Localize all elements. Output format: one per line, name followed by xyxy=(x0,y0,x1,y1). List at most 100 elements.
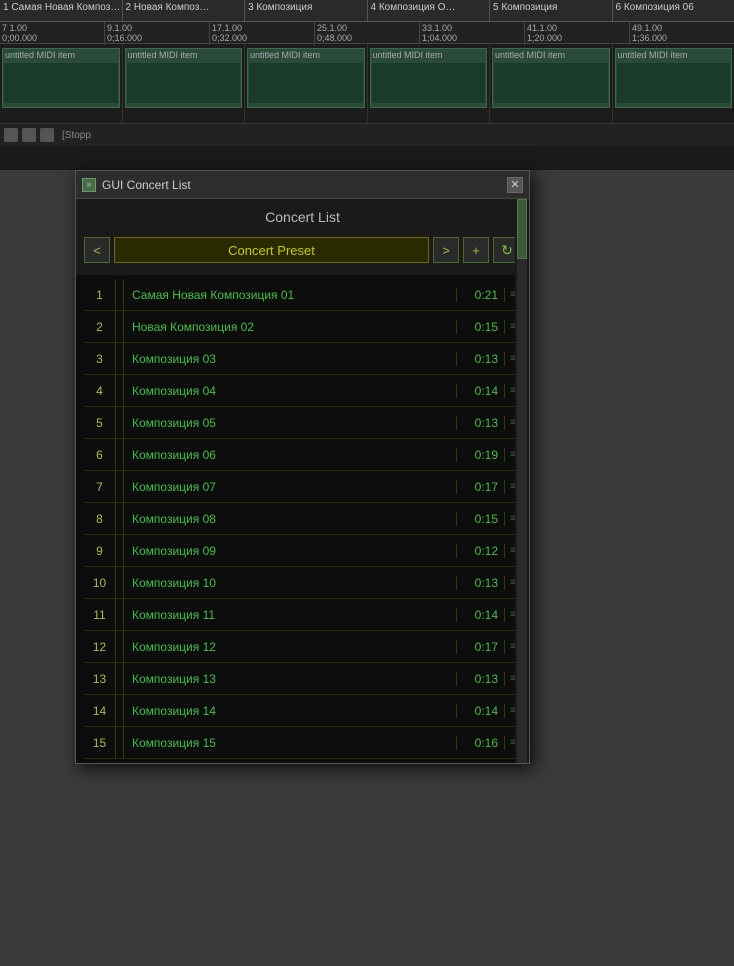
track-number: 14 xyxy=(84,695,116,726)
track-header-5: 5 Композиция xyxy=(490,0,613,21)
scrollbar-track xyxy=(517,199,527,763)
transport-btn-1[interactable] xyxy=(4,128,18,142)
track-duration: 0:13 xyxy=(457,672,505,686)
modal-titlebar: ■ GUI Concert List ✕ xyxy=(76,171,529,199)
track-color-bar xyxy=(116,407,124,438)
midi-item-label-4: untitled MIDI item xyxy=(371,49,487,61)
preset-add-button[interactable]: + xyxy=(463,237,489,263)
modal-title-text: GUI Concert List xyxy=(102,178,191,192)
ruler-mark-6: 41.1.001;20.000 xyxy=(525,21,630,45)
track-color-bar xyxy=(116,471,124,502)
track-duration: 0:14 xyxy=(457,384,505,398)
midi-item-6: untitled MIDI item xyxy=(615,48,733,108)
midi-track-col-4: untitled MIDI item xyxy=(368,44,491,123)
track-duration: 0:17 xyxy=(457,480,505,494)
scrollbar-thumb[interactable] xyxy=(517,199,527,259)
midi-item-2: untitled MIDI item xyxy=(125,48,243,108)
track-list-row[interactable]: 11 Композиция 11 0:14 ≡ xyxy=(84,599,521,631)
track-color-bar xyxy=(116,535,124,566)
track-color-bar xyxy=(116,439,124,470)
track-name: Новая Композиция 02 xyxy=(124,320,457,334)
track-name: Композиция 08 xyxy=(124,512,457,526)
track-list-row[interactable]: 4 Композиция 04 0:14 ≡ xyxy=(84,375,521,407)
transport-bar: [Stopp xyxy=(0,124,734,146)
preset-nav-bar: < Concert Preset > + ↻ xyxy=(76,233,529,267)
midi-item-label-5: untitled MIDI item xyxy=(493,49,609,61)
track-list-row[interactable]: 14 Композиция 14 0:14 ≡ xyxy=(84,695,521,727)
midi-track-col-6: untitled MIDI item xyxy=(613,44,734,123)
midi-item-label-3: untitled MIDI item xyxy=(248,49,364,61)
track-duration: 0:19 xyxy=(457,448,505,462)
midi-item-inner-4 xyxy=(372,63,486,103)
track-list-row[interactable]: 13 Композиция 13 0:13 ≡ xyxy=(84,663,521,695)
track-name: Композиция 12 xyxy=(124,640,457,654)
track-number: 4 xyxy=(84,375,116,406)
track-list-row[interactable]: 3 Композиция 03 0:13 ≡ xyxy=(84,343,521,375)
track-color-bar xyxy=(116,695,124,726)
track-number: 1 xyxy=(84,279,116,310)
track-number: 3 xyxy=(84,343,116,374)
ruler-mark-7: 49.1.001;36.000 xyxy=(630,21,734,45)
transport-status: [Stopp xyxy=(62,130,91,141)
preset-next-button[interactable]: > xyxy=(433,237,459,263)
track-header-2: 2 Новая Композ… xyxy=(123,0,246,21)
track-list-row[interactable]: 6 Композиция 06 0:19 ≡ xyxy=(84,439,521,471)
track-name: Композиция 09 xyxy=(124,544,457,558)
track-number: 11 xyxy=(84,599,116,630)
track-duration: 0:14 xyxy=(457,704,505,718)
track-color-bar xyxy=(116,567,124,598)
modal-icon: ■ xyxy=(82,178,96,192)
midi-tracks-area: untitled MIDI item untitled MIDI item un… xyxy=(0,44,734,124)
track-list-row[interactable]: 8 Композиция 08 0:15 ≡ xyxy=(84,503,521,535)
midi-item-label-2: untitled MIDI item xyxy=(126,49,242,61)
track-name: Композиция 15 xyxy=(124,736,457,750)
concert-list-heading: Concert List xyxy=(76,199,529,233)
modal-content: Concert List < Concert Preset > + ↻ 1 Са… xyxy=(76,199,529,763)
midi-item-inner-3 xyxy=(249,63,363,103)
track-duration: 0:17 xyxy=(457,640,505,654)
track-number: 7 xyxy=(84,471,116,502)
track-duration: 0:15 xyxy=(457,320,505,334)
track-list-row[interactable]: 15 Композиция 15 0:16 ≡ xyxy=(84,727,521,759)
preset-name-display: Concert Preset xyxy=(114,237,429,263)
track-name: Композиция 10 xyxy=(124,576,457,590)
track-list-row[interactable]: 1 Самая Новая Композиция 01 0:21 ≡ xyxy=(84,279,521,311)
track-list-row[interactable]: 12 Композиция 12 0:17 ≡ xyxy=(84,631,521,663)
track-list-row[interactable]: 9 Композиция 09 0:12 ≡ xyxy=(84,535,521,567)
track-list-row[interactable]: 7 Композиция 07 0:17 ≡ xyxy=(84,471,521,503)
midi-item-5: untitled MIDI item xyxy=(492,48,610,108)
midi-item-4: untitled MIDI item xyxy=(370,48,488,108)
track-list: 1 Самая Новая Композиция 01 0:21 ≡ 2 Нов… xyxy=(76,275,529,763)
modal-close-button[interactable]: ✕ xyxy=(507,177,523,193)
track-name: Композиция 11 xyxy=(124,608,457,622)
track-name: Композиция 14 xyxy=(124,704,457,718)
ruler-mark-3: 17.1.000;32.000 xyxy=(210,21,315,45)
track-duration: 0:15 xyxy=(457,512,505,526)
track-list-row[interactable]: 2 Новая Композиция 02 0:15 ≡ xyxy=(84,311,521,343)
transport-btn-3[interactable] xyxy=(40,128,54,142)
track-number: 6 xyxy=(84,439,116,470)
track-color-bar xyxy=(116,599,124,630)
track-name: Самая Новая Композиция 01 xyxy=(124,288,457,302)
ruler-mark-1: 7 1.000;00.000 xyxy=(0,21,105,45)
track-name: Композиция 05 xyxy=(124,416,457,430)
modal-scrollbar[interactable] xyxy=(515,199,529,763)
midi-item-inner-6 xyxy=(617,63,731,103)
track-name: Композиция 13 xyxy=(124,672,457,686)
track-list-row[interactable]: 10 Композиция 10 0:13 ≡ xyxy=(84,567,521,599)
track-color-bar xyxy=(116,727,124,758)
ruler-mark-5: 33.1.001;04.000 xyxy=(420,21,525,45)
track-duration: 0:12 xyxy=(457,544,505,558)
track-number: 9 xyxy=(84,535,116,566)
track-header-4: 4 Композиция О… xyxy=(368,0,491,21)
midi-track-col-1: untitled MIDI item xyxy=(0,44,123,123)
track-number: 15 xyxy=(84,727,116,758)
ruler-mark-2: 9.1.000;16.000 xyxy=(105,21,210,45)
track-number: 12 xyxy=(84,631,116,662)
track-list-row[interactable]: 5 Композиция 05 0:13 ≡ xyxy=(84,407,521,439)
preset-prev-button[interactable]: < xyxy=(84,237,110,263)
track-number: 10 xyxy=(84,567,116,598)
daw-background: 1 Самая Новая Композ… 2 Новая Композ… 3 … xyxy=(0,0,734,170)
transport-btn-2[interactable] xyxy=(22,128,36,142)
track-name: Композиция 03 xyxy=(124,352,457,366)
